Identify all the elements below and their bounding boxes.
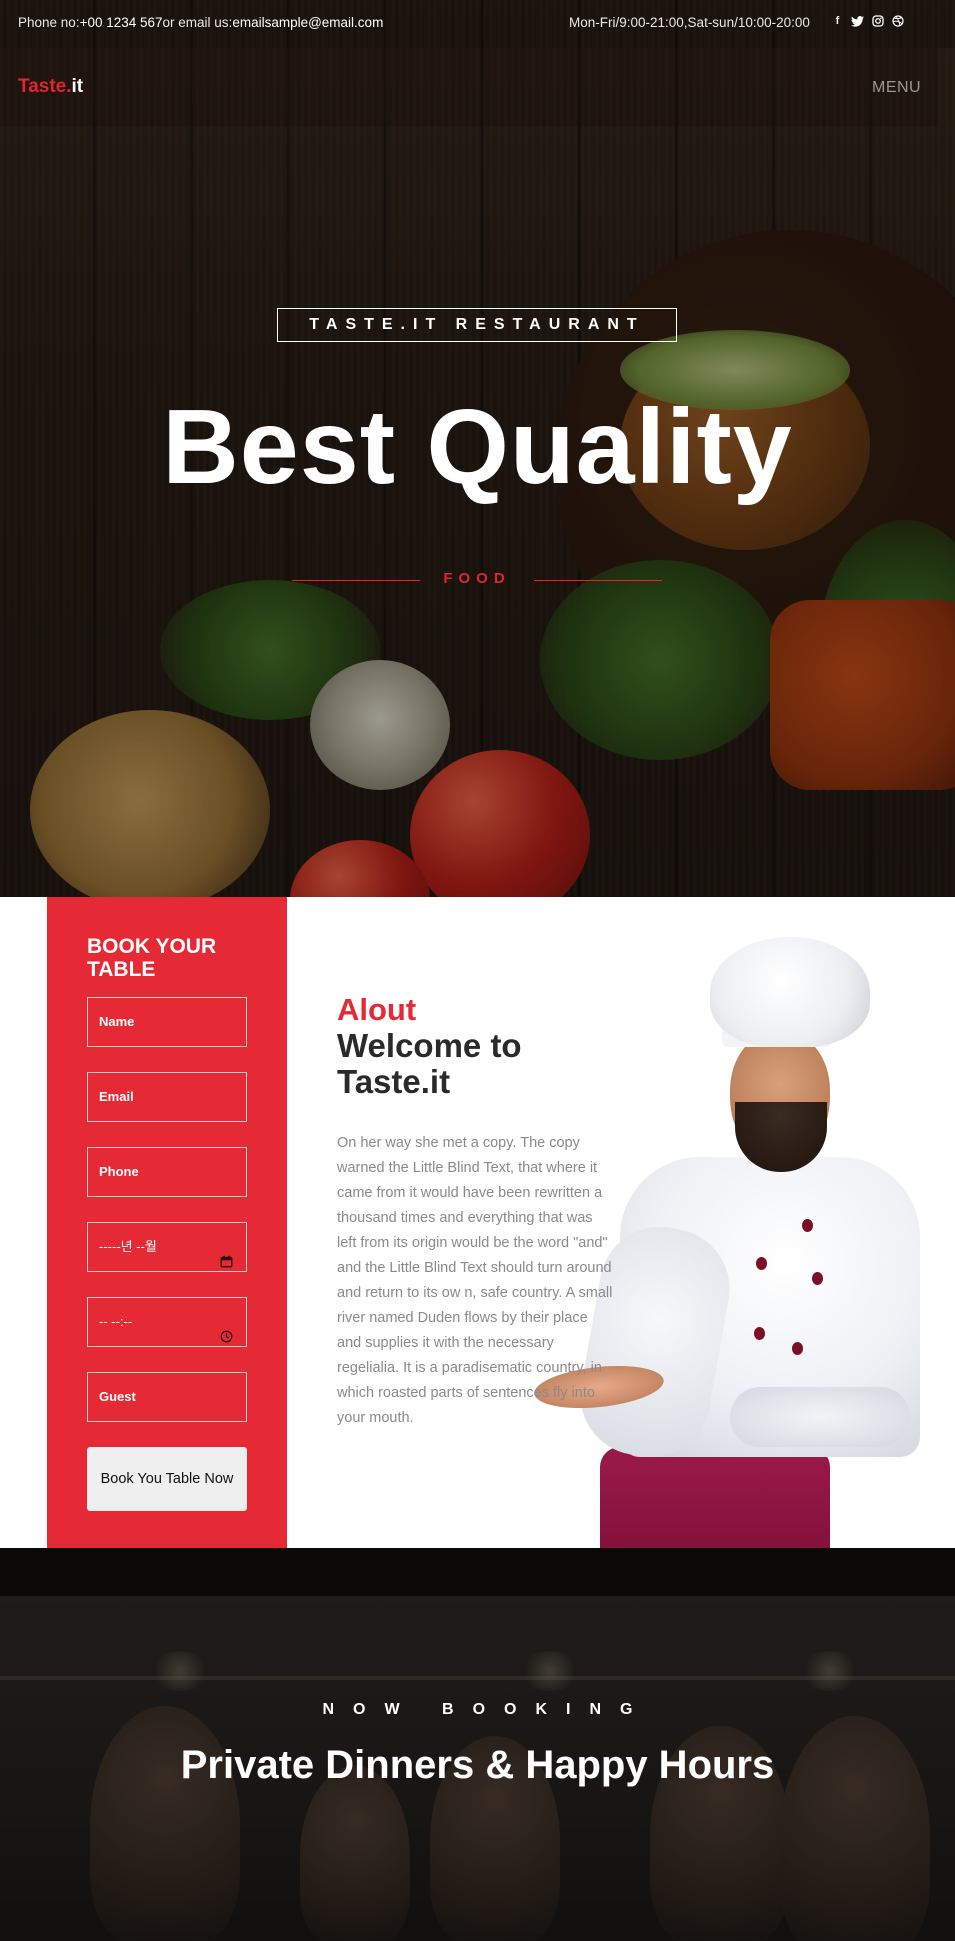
hero-subline: FOOD: [292, 570, 662, 592]
booking-form-title: BOOK YOUR TABLE: [87, 935, 217, 981]
coat-button: [754, 1327, 765, 1340]
email-input[interactable]: Email: [87, 1072, 247, 1122]
main-navbar: Taste.it MENU: [0, 48, 938, 126]
booking-form-panel: BOOK YOUR TABLE Name Email Phone -----년 …: [47, 897, 287, 1548]
date-input-value: -----년 --월: [99, 1239, 157, 1254]
hero-headline: Best Quality: [162, 388, 793, 506]
name-input[interactable]: Name: [87, 997, 247, 1047]
chef-image: [532, 927, 940, 1548]
divider-line: [534, 580, 662, 581]
time-input-value: -- --:--: [99, 1314, 133, 1329]
now-booking-title: Private Dinners & Happy Hours: [180, 1743, 775, 1787]
site-logo[interactable]: Taste.it: [18, 76, 83, 98]
phone-number[interactable]: +00 1234 567: [80, 15, 163, 30]
calendar-icon[interactable]: [220, 1240, 233, 1268]
hero-subline-text: FOOD: [443, 570, 511, 587]
email-label: or email us:: [162, 15, 233, 30]
contact-info: Phone no:+00 1234 567or email us:emailsa…: [18, 15, 383, 30]
top-info-bar: Phone no:+00 1234 567or email us:emailsa…: [0, 0, 955, 48]
dribbble-icon[interactable]: [891, 14, 904, 28]
menu-toggle-button[interactable]: MENU: [872, 79, 921, 97]
hero-section: Phone no:+00 1234 567or email us:emailsa…: [0, 0, 955, 897]
phone-label: Phone no:: [18, 15, 80, 30]
facebook-icon[interactable]: f: [831, 14, 844, 28]
about-section: BOOK YOUR TABLE Name Email Phone -----년 …: [0, 897, 955, 1548]
opening-hours: Mon-Fri/9:00-21:00,Sat-sun/10:00-20:00: [569, 15, 810, 30]
date-input[interactable]: -----년 --월: [87, 1222, 247, 1272]
coat-button: [792, 1342, 803, 1355]
chef-hat: [710, 937, 870, 1047]
email-link[interactable]: emailsample@email.com: [232, 15, 383, 30]
clock-icon[interactable]: [220, 1315, 233, 1343]
instagram-icon[interactable]: [871, 14, 884, 28]
coat-button: [802, 1219, 813, 1232]
guest-input[interactable]: Guest: [87, 1372, 247, 1422]
chef-crossed-arms: [730, 1387, 910, 1447]
time-input[interactable]: -- --:--: [87, 1297, 247, 1347]
logo-suffix: it: [71, 76, 84, 97]
chef-apron: [600, 1447, 830, 1548]
now-booking-eyebrow: NOW BOOKING: [322, 1701, 652, 1718]
about-paragraph: On her way she met a copy. The copy warn…: [337, 1135, 613, 1426]
social-links: f: [831, 14, 904, 28]
phone-input[interactable]: Phone: [87, 1147, 247, 1197]
logo-text: Taste.: [18, 76, 72, 97]
coat-button: [812, 1272, 823, 1285]
coat-button: [756, 1257, 767, 1270]
book-table-button[interactable]: Book You Table Now: [87, 1447, 247, 1511]
hero-eyebrow: TASTE.IT RESTAURANT: [277, 308, 677, 342]
twitter-icon[interactable]: [851, 14, 864, 28]
